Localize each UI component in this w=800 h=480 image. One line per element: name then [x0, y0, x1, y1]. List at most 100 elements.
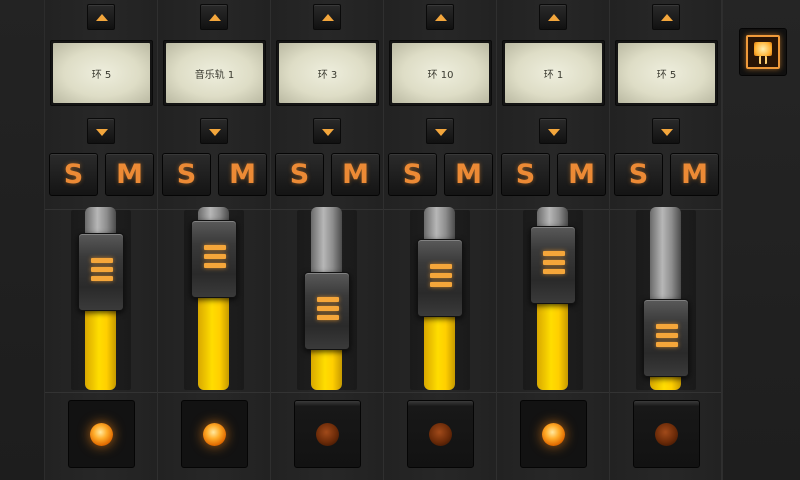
- divider: [271, 392, 383, 393]
- solo-label: S: [402, 159, 423, 190]
- device-stand-shape: [759, 56, 767, 64]
- channel-strip: 环 5 S M: [610, 0, 722, 480]
- channel-strip: 环 5 S M: [45, 0, 158, 480]
- name-scroll-down-button[interactable]: [539, 118, 567, 144]
- solo-label: S: [515, 159, 536, 190]
- channel-name-display[interactable]: 环 1: [502, 40, 605, 106]
- name-scroll-down-button[interactable]: [426, 118, 454, 144]
- mute-label: M: [568, 159, 595, 190]
- name-scroll-down-button[interactable]: [652, 118, 680, 144]
- grip-line: [204, 263, 226, 268]
- channel-name-display[interactable]: 环 5: [50, 40, 153, 106]
- solo-button[interactable]: S: [49, 153, 98, 196]
- led-indicator-icon: [542, 422, 565, 446]
- right-panel: [722, 0, 800, 480]
- mute-button[interactable]: M: [670, 153, 719, 196]
- triangle-up-icon: [661, 14, 673, 21]
- divider: [610, 392, 721, 393]
- led-indicator-icon: [90, 422, 113, 446]
- triangle-down-icon: [209, 129, 221, 136]
- grip-line: [91, 267, 113, 272]
- mute-label: M: [116, 159, 143, 190]
- channel-name-display[interactable]: 音乐轨 1: [163, 40, 266, 106]
- name-scroll-down-button[interactable]: [87, 118, 115, 144]
- grip-line: [656, 333, 678, 338]
- channel-name: 环 10: [392, 43, 489, 103]
- name-scroll-up-button[interactable]: [87, 4, 115, 30]
- volume-fader-knob[interactable]: [78, 233, 124, 311]
- divider: [384, 392, 496, 393]
- grip-line: [543, 260, 565, 265]
- triangle-up-icon: [548, 14, 560, 21]
- channel-name: 环 5: [618, 43, 715, 103]
- name-scroll-up-button[interactable]: [539, 4, 567, 30]
- name-scroll-down-button[interactable]: [313, 118, 341, 144]
- triangle-up-icon: [435, 14, 447, 21]
- solo-button[interactable]: S: [162, 153, 211, 196]
- grip-line: [430, 282, 452, 287]
- solo-button[interactable]: S: [275, 153, 324, 196]
- device-toggle-button[interactable]: [739, 28, 787, 76]
- record-arm-button[interactable]: [181, 400, 248, 468]
- left-gutter: [0, 0, 45, 480]
- mixer-channels: 环 5 S M 音乐轨 1 S M 环 3 S M 环 10 S M 环 1 S…: [45, 0, 722, 480]
- grip-line: [656, 342, 678, 347]
- divider: [45, 392, 157, 393]
- channel-name-display[interactable]: 环 5: [615, 40, 718, 106]
- channel-strip: 环 3 S M: [271, 0, 384, 480]
- grip-line: [317, 315, 339, 320]
- solo-label: S: [63, 159, 84, 190]
- led-indicator-icon: [316, 422, 339, 446]
- solo-button[interactable]: S: [614, 153, 663, 196]
- record-arm-button[interactable]: [407, 400, 474, 468]
- divider: [158, 392, 270, 393]
- record-arm-button[interactable]: [294, 400, 361, 468]
- grip-line: [430, 273, 452, 278]
- mute-label: M: [229, 159, 256, 190]
- record-arm-button[interactable]: [520, 400, 587, 468]
- device-screen-shape: [754, 42, 772, 56]
- solo-label: S: [628, 159, 649, 190]
- name-scroll-up-button[interactable]: [426, 4, 454, 30]
- triangle-down-icon: [548, 129, 560, 136]
- volume-fader-knob[interactable]: [643, 299, 689, 377]
- name-scroll-up-button[interactable]: [200, 4, 228, 30]
- grip-line: [204, 254, 226, 259]
- triangle-down-icon: [435, 129, 447, 136]
- mute-button[interactable]: M: [105, 153, 154, 196]
- volume-fader-knob[interactable]: [530, 226, 576, 304]
- name-scroll-up-button[interactable]: [313, 4, 341, 30]
- mute-label: M: [455, 159, 482, 190]
- grip-line: [543, 251, 565, 256]
- channel-name-display[interactable]: 环 10: [389, 40, 492, 106]
- glowing-device-icon: [746, 35, 780, 69]
- record-arm-button[interactable]: [633, 400, 700, 468]
- solo-button[interactable]: S: [388, 153, 437, 196]
- solo-button[interactable]: S: [501, 153, 550, 196]
- triangle-up-icon: [322, 14, 334, 21]
- grip-line: [91, 258, 113, 263]
- channel-name-display[interactable]: 环 3: [276, 40, 379, 106]
- channel-strip: 音乐轨 1 S M: [158, 0, 271, 480]
- channel-strip: 环 10 S M: [384, 0, 497, 480]
- volume-fader-knob[interactable]: [191, 220, 237, 298]
- grip-line: [656, 324, 678, 329]
- grip-line: [543, 269, 565, 274]
- triangle-up-icon: [209, 14, 221, 21]
- mute-button[interactable]: M: [331, 153, 380, 196]
- channel-name: 环 5: [53, 43, 150, 103]
- volume-fader-knob[interactable]: [304, 272, 350, 350]
- name-scroll-up-button[interactable]: [652, 4, 680, 30]
- mute-button[interactable]: M: [218, 153, 267, 196]
- grip-line: [317, 306, 339, 311]
- led-indicator-icon: [203, 422, 226, 446]
- channel-strip: 环 1 S M: [497, 0, 610, 480]
- mute-button[interactable]: M: [557, 153, 606, 196]
- channel-name: 音乐轨 1: [166, 43, 263, 103]
- mute-button[interactable]: M: [444, 153, 493, 196]
- name-scroll-down-button[interactable]: [200, 118, 228, 144]
- triangle-down-icon: [661, 129, 673, 136]
- volume-fader-knob[interactable]: [417, 239, 463, 317]
- record-arm-button[interactable]: [68, 400, 135, 468]
- channel-name: 环 3: [279, 43, 376, 103]
